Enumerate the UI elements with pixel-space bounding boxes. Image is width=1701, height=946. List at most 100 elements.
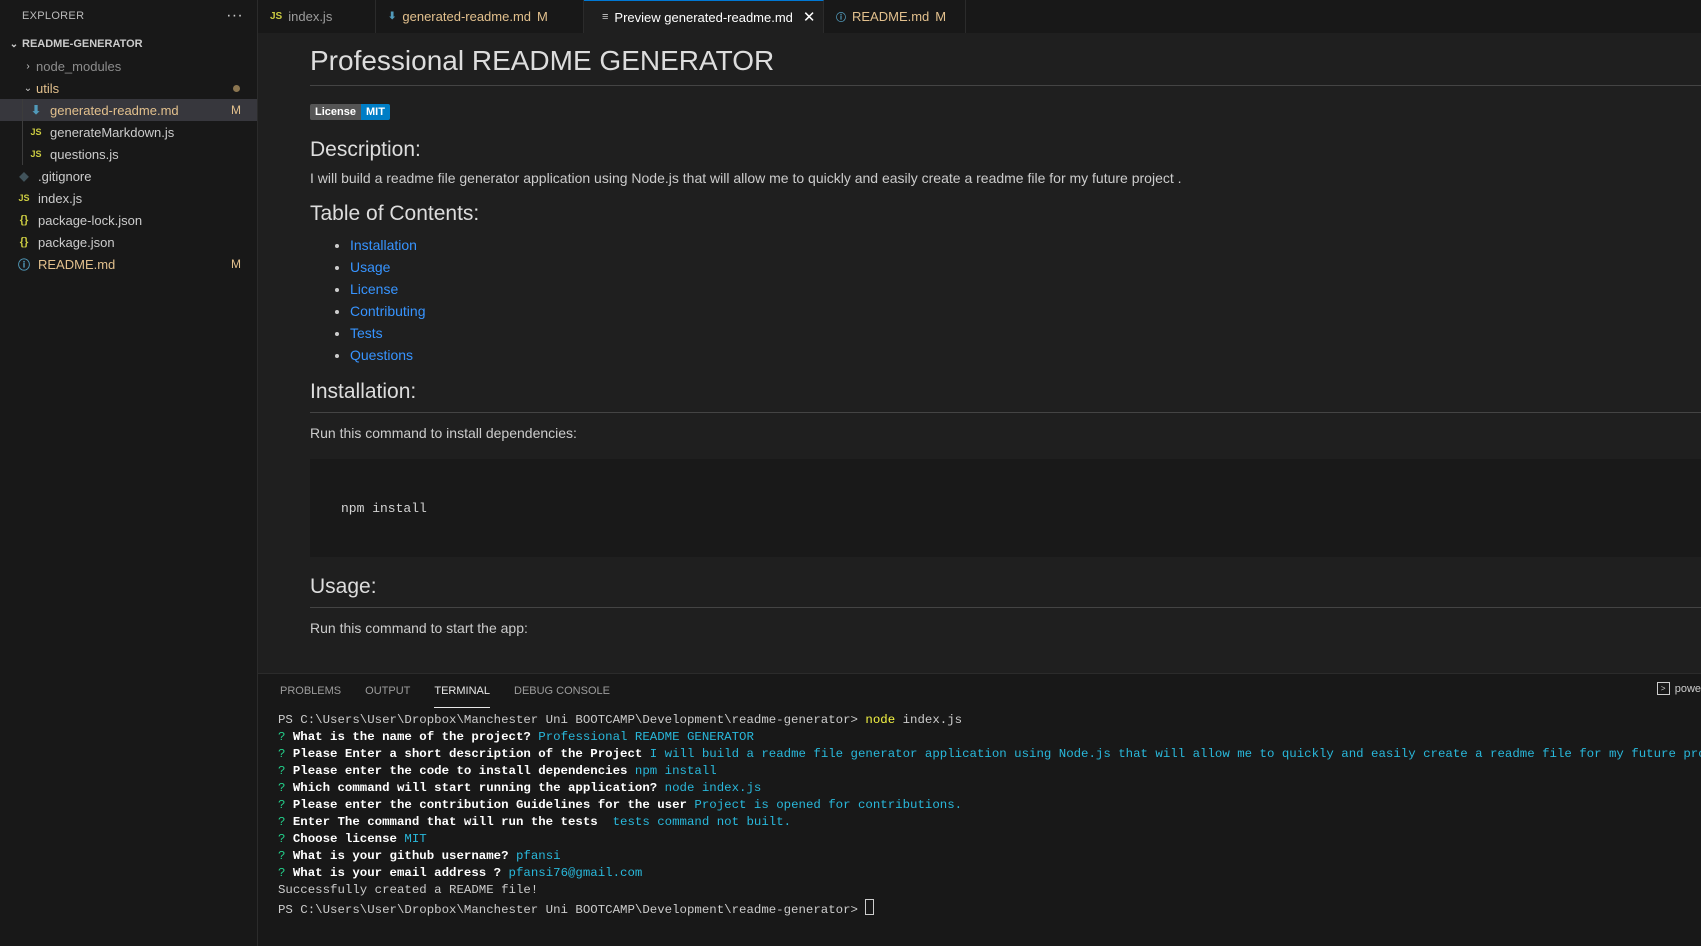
indent-guide xyxy=(22,99,23,121)
prompt-answer: node index.js xyxy=(664,781,762,795)
tree-item-label: questions.js xyxy=(50,146,119,162)
tab-preview-generated-readme[interactable]: ≡ Preview generated-readme.md ✕ xyxy=(584,0,824,33)
javascript-file-icon: JS xyxy=(18,193,30,203)
prompt-question: Please enter the contribution Guidelines… xyxy=(292,798,687,812)
tree-item-utils[interactable]: ⌄ utils xyxy=(0,77,257,99)
prompt-answer: pfansi76@gmail.com xyxy=(508,866,643,880)
preview-icon: ≡ xyxy=(602,11,609,23)
tab-debug-console[interactable]: DEBUG CONSOLE xyxy=(514,674,610,708)
terminal-command-arg: index.js xyxy=(895,713,963,727)
tree-item-label: generateMarkdown.js xyxy=(50,124,175,140)
preview-title: Professional README GENERATOR xyxy=(310,45,1701,86)
list-item: Contributing xyxy=(350,300,1701,322)
explorer-title: EXPLORER xyxy=(22,10,85,22)
tab-readme[interactable]: ⓘ README.md M xyxy=(824,0,966,33)
terminal-shell-label: powe xyxy=(1674,682,1701,695)
list-item: Tests xyxy=(350,322,1701,344)
installation-heading: Installation: xyxy=(310,380,1701,413)
terminal-shell-selector[interactable]: > powe xyxy=(1656,682,1701,695)
indent-guide xyxy=(22,121,23,143)
git-file-icon: ◆ xyxy=(19,169,29,183)
toc-link-tests[interactable]: Tests xyxy=(350,325,383,341)
modified-dot-icon xyxy=(233,84,240,92)
editor-tabs: JS index.js ⬇ generated-readme.md M ≡ Pr… xyxy=(258,0,1701,34)
tab-problems[interactable]: PROBLEMS xyxy=(280,674,341,708)
tree-item-node-modules[interactable]: › node_modules xyxy=(0,55,257,77)
terminal-prompt: PS C:\Users\User\Dropbox\Manchester Uni … xyxy=(278,903,866,917)
description-heading: Description: xyxy=(310,138,421,161)
prompt-answer: npm install xyxy=(634,764,717,778)
tab-generated-readme[interactable]: ⬇ generated-readme.md M xyxy=(376,0,584,33)
tree-item-package-lock[interactable]: {} package-lock.json xyxy=(0,209,257,231)
prompt-question: Enter The command that will run the test… xyxy=(292,815,606,829)
tree-item-questions[interactable]: JS questions.js xyxy=(0,143,257,165)
tree-item-label: .gitignore xyxy=(38,168,92,184)
toc-list: Installation Usage License Contributing … xyxy=(310,234,1701,366)
toc-link-questions[interactable]: Questions xyxy=(350,347,413,363)
prompt-answer: MIT xyxy=(404,832,427,846)
tree-item-generated-readme[interactable]: ⬇ generated-readme.md M xyxy=(0,99,257,121)
tree-item-label: package-lock.json xyxy=(38,212,143,228)
terminal-line: PS C:\Users\User\Dropbox\Manchester Uni … xyxy=(278,712,1701,729)
tab-terminal[interactable]: TERMINAL xyxy=(434,674,490,708)
terminal-line: ? Please Enter a short description of th… xyxy=(278,746,1701,763)
terminal-line: PS C:\Users\User\Dropbox\Manchester Uni … xyxy=(278,899,1701,919)
terminal-icon: > xyxy=(1656,682,1670,695)
list-item: License xyxy=(350,278,1701,300)
tree-item-label: node_modules xyxy=(36,58,122,74)
tree-item-readme[interactable]: ⓘ README.md M xyxy=(0,253,257,275)
terminal-output[interactable]: PS C:\Users\User\Dropbox\Manchester Uni … xyxy=(258,708,1701,919)
tab-index-js[interactable]: JS index.js xyxy=(258,0,376,33)
markdown-preview: Professional README GENERATOR License MI… xyxy=(258,33,1701,673)
prompt-answer: Project is opened for contributions. xyxy=(694,798,963,812)
terminal-line: Successfully created a README file! xyxy=(278,882,1701,899)
tree-item-label: README.md xyxy=(38,256,116,272)
panel-tabs: PROBLEMS OUTPUT TERMINAL DEBUG CONSOLE >… xyxy=(258,674,1701,708)
toc-link-license[interactable]: License xyxy=(350,281,398,297)
usage-text: Run this command to start the app: xyxy=(310,620,528,636)
license-badge-label: License xyxy=(310,104,361,120)
modified-badge: M xyxy=(537,9,548,24)
explorer-sidebar: EXPLORER ··· ⌄ README-GENERATOR › node_m… xyxy=(0,0,258,946)
markdown-file-icon: ⬇ xyxy=(30,103,42,117)
modified-badge: M xyxy=(231,103,241,117)
javascript-file-icon: JS xyxy=(30,149,42,159)
prompt-question: Please enter the code to install depende… xyxy=(292,764,628,778)
info-file-icon: ⓘ xyxy=(836,13,846,24)
installation-code: npm install xyxy=(341,500,427,516)
more-actions-icon[interactable]: ··· xyxy=(226,7,243,25)
tree-item-package-json[interactable]: {} package.json xyxy=(0,231,257,253)
close-icon[interactable]: ✕ xyxy=(803,8,816,26)
license-badge-value: MIT xyxy=(360,104,390,120)
terminal-line: ? Please enter the contribution Guidelin… xyxy=(278,798,963,812)
chevron-down-icon: ⌄ xyxy=(23,82,33,94)
success-message: Successfully created a README file! xyxy=(278,883,539,897)
tree-item-generatemarkdown[interactable]: JS generateMarkdown.js xyxy=(0,121,257,143)
toc-link-installation[interactable]: Installation xyxy=(350,237,417,253)
tree-item-label: package.json xyxy=(38,234,115,250)
terminal-line: ? Which command will start running the a… xyxy=(278,781,762,795)
javascript-file-icon: JS xyxy=(270,11,283,22)
toc-heading: Table of Contents: xyxy=(310,202,480,225)
tree-item-label: utils xyxy=(36,80,60,96)
tree-item-index-js[interactable]: JS index.js xyxy=(0,187,257,209)
toc-link-usage[interactable]: Usage xyxy=(350,259,390,275)
javascript-file-icon: JS xyxy=(30,127,42,137)
prompt-question: What is the name of the project? xyxy=(292,730,531,744)
description-text: I will build a readme file generator app… xyxy=(310,170,1182,186)
terminal-line: ? Enter The command that will run the te… xyxy=(278,815,792,829)
chevron-down-icon: ⌄ xyxy=(9,38,19,50)
terminal-prompt: PS C:\Users\User\Dropbox\Manchester Uni … xyxy=(278,713,866,727)
prompt-question: Please Enter a short description of the … xyxy=(292,747,643,761)
terminal-cursor xyxy=(865,899,875,915)
toc-link-contributing[interactable]: Contributing xyxy=(350,303,426,319)
tree-item-gitignore[interactable]: ◆ .gitignore xyxy=(0,165,257,187)
modified-badge: M xyxy=(935,9,947,24)
license-badge[interactable]: License MIT xyxy=(310,104,390,120)
project-root-folder[interactable]: ⌄ README-GENERATOR xyxy=(0,33,257,55)
terminal-line: ? What is the name of the project? Profe… xyxy=(278,730,754,744)
modified-badge: M xyxy=(231,257,241,271)
prompt-answer: I will build a readme file generator app… xyxy=(649,747,1701,761)
terminal-line: ? Please enter the code to install depen… xyxy=(278,764,717,778)
tab-output[interactable]: OUTPUT xyxy=(365,674,410,708)
